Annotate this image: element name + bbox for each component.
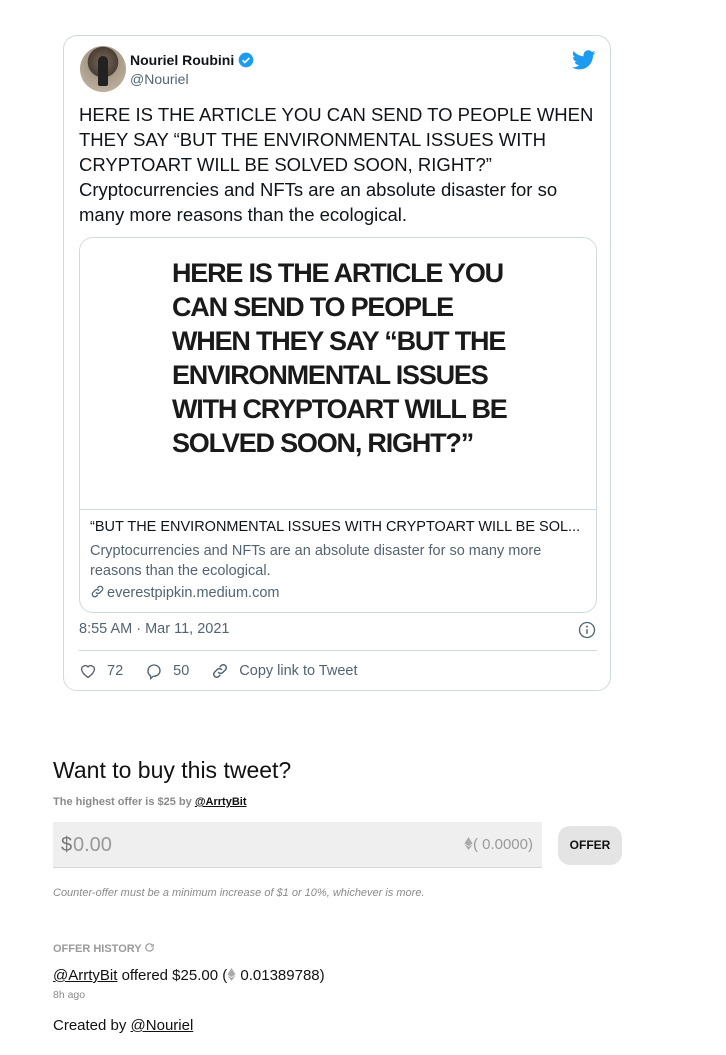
offer-history-entry: @ArrtyBit offered $25.00 ( 0.01389788) <box>53 967 325 984</box>
refresh-icon[interactable] <box>144 942 155 953</box>
history-time: 8h ago <box>53 989 86 1001</box>
copy-link-action[interactable]: Copy link to Tweet <box>211 662 358 680</box>
card-domain-text: everestpipkin.medium.com <box>107 585 280 601</box>
offer-amount-input[interactable]: $ 0.00 ( 0.0000) <box>53 822 542 868</box>
eth-conversion-text: ( 0.0000) <box>472 836 533 853</box>
reply-action[interactable]: 50 <box>145 662 189 680</box>
like-action[interactable]: 72 <box>79 662 123 680</box>
reply-bubble-icon <box>147 664 161 680</box>
author-name-text[interactable]: Nouriel Roubini <box>130 52 234 68</box>
history-offer-text: offered $25.00 ( <box>117 967 228 984</box>
offer-history-text: OFFER HISTORY <box>53 943 142 955</box>
info-icon[interactable] <box>578 621 596 639</box>
card-description: Cryptocurrencies and NFTs are an absolut… <box>90 543 542 579</box>
offer-history-label: OFFER HISTORY <box>53 942 155 955</box>
eth-conversion: ( 0.0000) <box>464 836 533 853</box>
tweet-actions: 72 50 Copy link to Tweet <box>79 662 380 680</box>
embedded-tweet[interactable]: Nouriel Roubini @Nouriel HERE IS THE ART… <box>63 35 611 691</box>
tweet-divider <box>79 650 597 651</box>
currency-symbol: $ <box>61 834 73 856</box>
card-domain[interactable]: everestpipkin.medium.com <box>90 584 279 601</box>
created-by-prefix: Created by <box>53 1017 131 1034</box>
card-image-headline: HERE IS THE ARTICLE YOU CAN SEND TO PEOP… <box>172 258 508 458</box>
avatar[interactable] <box>80 46 126 92</box>
ethereum-icon <box>227 968 236 981</box>
tweet-timestamp[interactable]: 8:55 AM · Mar 11, 2021 <box>79 621 229 637</box>
link-icon <box>213 663 228 679</box>
link-icon <box>91 585 104 598</box>
verified-badge-icon <box>238 52 254 68</box>
highest-offer-user-link[interactable]: @ArrtyBit <box>195 796 247 808</box>
tweet-author-handle[interactable]: @Nouriel <box>130 71 189 87</box>
reply-count: 50 <box>173 663 190 679</box>
like-count: 72 <box>107 663 124 679</box>
highest-offer-text: The highest offer is $25 by <box>53 796 195 808</box>
tweet-text: HERE IS THE ARTICLE YOU CAN SEND TO PEOP… <box>79 104 594 225</box>
link-card[interactable]: HERE IS THE ARTICLE YOU CAN SEND TO PEOP… <box>79 237 597 613</box>
creator-user-link[interactable]: @Nouriel <box>131 1017 194 1034</box>
offer-button[interactable]: OFFER <box>558 826 622 865</box>
twitter-bird-icon[interactable] <box>572 48 596 72</box>
counter-offer-note: Counter-offer must be a minimum increase… <box>53 887 425 899</box>
ethereum-icon <box>464 837 473 850</box>
history-eth-value: 0.01389788) <box>236 967 325 984</box>
created-by: Created by @Nouriel <box>53 1017 193 1034</box>
copy-link-label: Copy link to Tweet <box>239 663 358 679</box>
offer-placeholder[interactable]: 0.00 <box>73 834 112 857</box>
highest-offer: The highest offer is $25 by @ArrtyBit <box>53 796 247 808</box>
card-title[interactable]: “BUT THE ENVIRONMENTAL ISSUES WITH CRYPT… <box>90 519 588 535</box>
tweet-author-name[interactable]: Nouriel Roubini <box>130 52 254 68</box>
card-image[interactable]: HERE IS THE ARTICLE YOU CAN SEND TO PEOP… <box>80 238 596 510</box>
heart-icon <box>80 664 96 679</box>
history-user-link[interactable]: @ArrtyBit <box>53 967 117 984</box>
buy-heading: Want to buy this tweet? <box>53 757 292 783</box>
